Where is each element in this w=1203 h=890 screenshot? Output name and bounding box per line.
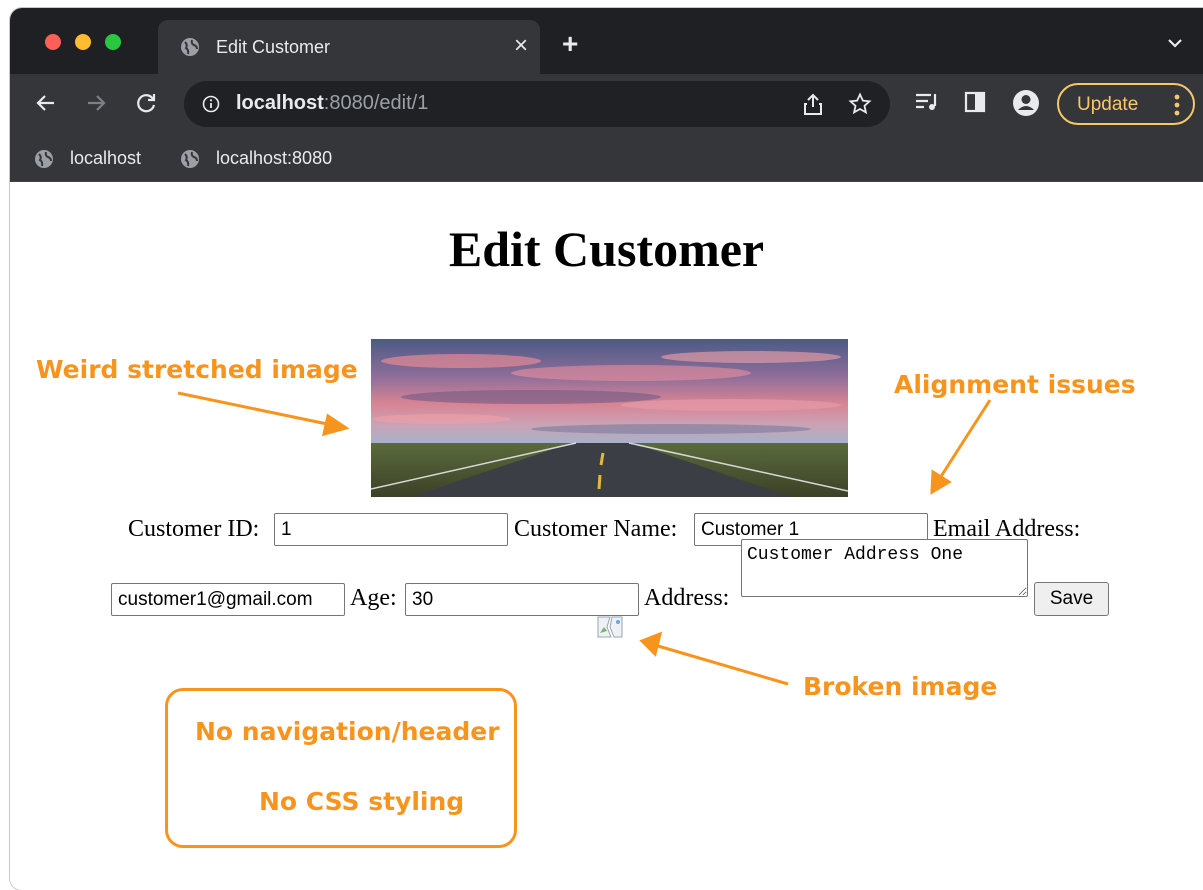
globe-icon [34, 149, 54, 174]
annotation-no-navigation: No navigation/header [195, 717, 500, 746]
tab-title: Edit Customer [216, 37, 331, 57]
more-vert-icon[interactable] [1174, 94, 1180, 121]
maximize-window-button[interactable] [105, 34, 121, 50]
side-panel-icon[interactable] [964, 91, 986, 118]
chevron-down-icon[interactable] [1167, 36, 1183, 54]
browser-window: Edit Customer × + localhost:8080/edit/1 [10, 8, 1203, 890]
annotation-alignment: Alignment issues [894, 370, 1136, 399]
bookmark-label: localhost [70, 148, 142, 168]
globe-icon [180, 149, 200, 174]
browser-toolbar: localhost:8080/edit/1 Update [10, 74, 1203, 134]
url-text[interactable]: localhost:8080/edit/1 [236, 92, 428, 115]
info-icon[interactable] [202, 95, 220, 118]
profile-avatar-icon[interactable] [1012, 89, 1040, 122]
annotation-stretched-image: Weird stretched image [36, 355, 358, 384]
page-content: Edit Customer Customer ID: 1 Customer Na… [10, 182, 1203, 890]
tab-strip: Edit Customer × + [10, 8, 1203, 74]
reading-list-icon[interactable] [914, 91, 940, 118]
star-icon[interactable] [848, 92, 872, 121]
minimize-window-button[interactable] [75, 34, 91, 50]
bookmark-label: localhost:8080 [216, 148, 333, 168]
back-arrow-icon[interactable] [34, 91, 58, 120]
bookmarks-bar: localhost localhost:8080 [10, 134, 1203, 182]
close-window-button[interactable] [45, 34, 61, 50]
forward-arrow-icon[interactable] [84, 91, 108, 120]
annotation-callout-box: No navigation/header No CSS styling [165, 688, 517, 848]
annotation-no-css: No CSS styling [259, 787, 465, 816]
share-icon[interactable] [802, 92, 824, 121]
update-button[interactable]: Update [1057, 83, 1195, 125]
tab-edit-customer[interactable]: Edit Customer × [158, 20, 540, 74]
new-tab-button[interactable]: + [562, 30, 578, 58]
update-label: Update [1077, 94, 1139, 115]
globe-icon [180, 37, 200, 62]
address-bar[interactable]: localhost:8080/edit/1 [184, 81, 890, 127]
annotation-broken-image: Broken image [803, 672, 998, 701]
tab-close-button[interactable]: × [514, 32, 528, 60]
reload-icon[interactable] [134, 91, 158, 120]
